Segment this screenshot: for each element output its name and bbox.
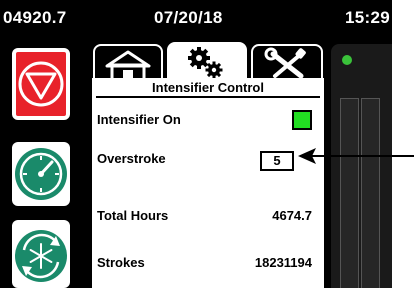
intensifier-on-label: Intensifier On bbox=[97, 112, 181, 127]
status-indicator-dot bbox=[342, 55, 352, 65]
strokes-label: Strokes bbox=[97, 255, 145, 270]
display-screen: 04920.7 07/20/18 15:29 Intensifier Contr… bbox=[0, 0, 392, 288]
level-bar-left bbox=[340, 98, 359, 288]
title-divider bbox=[96, 96, 320, 98]
total-hours-label: Total Hours bbox=[97, 208, 169, 223]
overstroke-label: Overstroke bbox=[97, 151, 166, 166]
date-readout: 07/20/18 bbox=[154, 8, 223, 27]
total-hours-value: 4674.7 bbox=[272, 208, 312, 223]
overstroke-input[interactable]: 5 bbox=[260, 151, 294, 171]
defrost-icon bbox=[15, 230, 67, 282]
callout-arrow-icon bbox=[298, 148, 414, 164]
gears-icon bbox=[188, 47, 223, 79]
counter-readout: 04920.7 bbox=[3, 8, 67, 27]
intensifier-on-indicator[interactable] bbox=[292, 110, 312, 130]
hmi-window: 04920.7 07/20/18 15:29 Intensifier Contr… bbox=[0, 0, 414, 288]
stop-icon bbox=[18, 61, 64, 107]
tab-tools[interactable] bbox=[251, 44, 323, 80]
level-bar-right bbox=[361, 98, 380, 288]
gauge-button[interactable] bbox=[12, 142, 70, 206]
defrost-button[interactable] bbox=[12, 220, 70, 288]
stop-button[interactable] bbox=[12, 48, 70, 120]
tab-home[interactable] bbox=[93, 44, 163, 80]
time-readout: 15:29 bbox=[345, 8, 390, 27]
tab-settings[interactable] bbox=[167, 42, 247, 82]
gauge-icon bbox=[15, 148, 67, 200]
right-gauge-panel bbox=[331, 44, 392, 288]
intensifier-control-panel: Intensifier Control Intensifier On Overs… bbox=[92, 78, 324, 288]
panel-title: Intensifier Control bbox=[152, 80, 264, 95]
home-icon bbox=[105, 50, 151, 80]
strokes-value: 18231194 bbox=[254, 255, 312, 270]
tools-icon bbox=[264, 47, 306, 79]
